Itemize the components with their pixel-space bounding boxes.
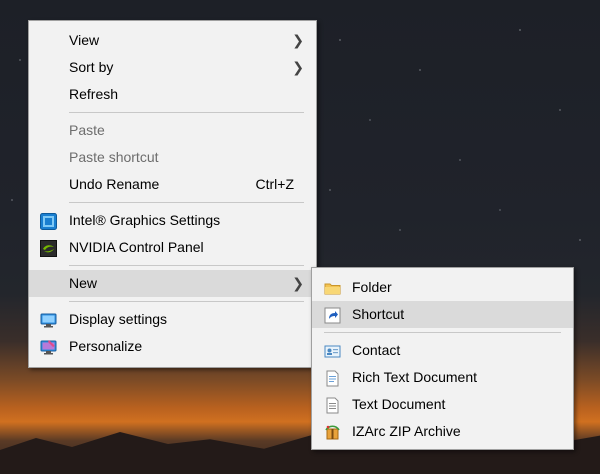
new-submenu: Folder Shortcut Contact Rich Text Docume… (311, 267, 574, 450)
menu-separator (69, 301, 304, 302)
menu-item-label: Display settings (69, 311, 168, 327)
text-document-icon (324, 396, 341, 414)
submenu-item-shortcut[interactable]: Shortcut (312, 301, 573, 328)
menu-item-sort-by[interactable]: Sort by ❯ (29, 54, 316, 81)
izarc-archive-icon (324, 423, 341, 440)
chevron-right-icon: ❯ (292, 59, 304, 75)
menu-item-label: Text Document (352, 396, 446, 412)
menu-item-label: Folder (352, 279, 392, 295)
folder-icon (324, 279, 341, 296)
personalize-icon (40, 338, 57, 355)
menu-item-label: Paste (69, 122, 105, 138)
menu-item-display-settings[interactable]: Display settings (29, 306, 316, 333)
keyboard-shortcut: Ctrl+Z (255, 176, 295, 192)
menu-separator (69, 202, 304, 203)
menu-item-paste-shortcut[interactable]: Paste shortcut (29, 144, 316, 171)
menu-separator (69, 265, 304, 266)
menu-item-nvidia-control-panel[interactable]: NVIDIA Control Panel (29, 234, 316, 261)
submenu-item-izarc-zip-archive[interactable]: IZArc ZIP Archive (312, 418, 573, 445)
menu-separator (324, 332, 561, 333)
submenu-item-contact[interactable]: Contact (312, 337, 573, 364)
menu-item-refresh[interactable]: Refresh (29, 81, 316, 108)
submenu-item-folder[interactable]: Folder (312, 274, 573, 301)
menu-item-label: Intel® Graphics Settings (69, 212, 221, 228)
chevron-right-icon: ❯ (292, 275, 304, 291)
menu-item-intel-graphics[interactable]: Intel® Graphics Settings (29, 207, 316, 234)
shortcut-icon (324, 306, 341, 324)
menu-item-label: Rich Text Document (352, 369, 478, 385)
desktop-context-menu: View ❯ Sort by ❯ Refresh Paste Paste sho… (28, 20, 317, 368)
menu-separator (69, 112, 304, 113)
menu-item-label: NVIDIA Control Panel (69, 239, 204, 255)
nvidia-icon (40, 239, 57, 257)
menu-item-new[interactable]: New ❯ (29, 270, 316, 297)
menu-item-label: View (69, 32, 100, 48)
rich-text-document-icon (324, 369, 341, 387)
display-settings-icon (40, 311, 57, 328)
intel-graphics-icon (40, 212, 57, 230)
menu-item-label: Contact (352, 342, 401, 358)
menu-item-label: Shortcut (352, 306, 405, 322)
menu-item-label: Undo Rename (69, 176, 160, 192)
menu-item-label: Personalize (69, 338, 143, 354)
chevron-right-icon: ❯ (292, 32, 304, 48)
menu-item-label: Paste shortcut (69, 149, 159, 165)
submenu-item-text-document[interactable]: Text Document (312, 391, 573, 418)
menu-item-label: Refresh (69, 86, 119, 102)
menu-item-label: IZArc ZIP Archive (352, 423, 461, 439)
menu-item-view[interactable]: View ❯ (29, 27, 316, 54)
menu-item-personalize[interactable]: Personalize (29, 333, 316, 360)
menu-item-undo-rename[interactable]: Undo Rename Ctrl+Z (29, 171, 316, 198)
submenu-item-rich-text-document[interactable]: Rich Text Document (312, 364, 573, 391)
menu-item-label: New (69, 275, 98, 291)
contact-icon (324, 342, 341, 359)
menu-item-label: Sort by (69, 59, 114, 75)
menu-item-paste[interactable]: Paste (29, 117, 316, 144)
